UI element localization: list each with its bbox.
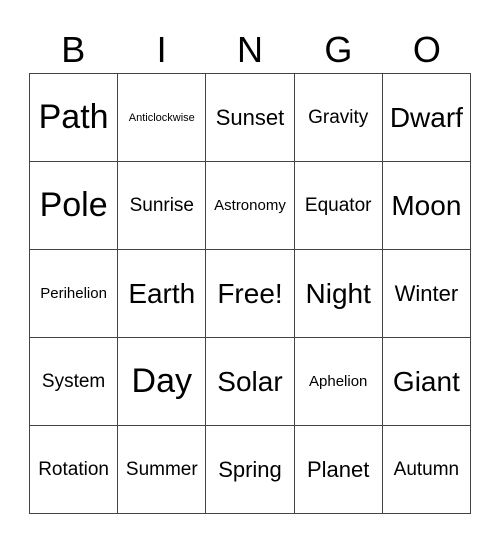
bingo-cell[interactable]: Winter — [382, 250, 471, 338]
bingo-cell[interactable]: Earth — [118, 250, 207, 338]
bingo-cell[interactable]: Summer — [118, 426, 207, 514]
header-letter-o: O — [412, 29, 441, 70]
bingo-cell[interactable]: Rotation — [30, 426, 119, 514]
bingo-cell[interactable]: Giant — [382, 338, 471, 426]
bingo-cell[interactable]: Autumn — [382, 426, 471, 514]
bingo-cell[interactable]: Equator — [294, 162, 383, 250]
bingo-cell-free[interactable]: Free! — [206, 250, 295, 338]
bingo-cell[interactable]: System — [30, 338, 119, 426]
bingo-cell[interactable]: Spring — [206, 426, 295, 514]
bingo-cell[interactable]: Solar — [206, 338, 295, 426]
bingo-cell[interactable]: Path — [30, 74, 119, 162]
bingo-cell[interactable]: Astronomy — [206, 162, 295, 250]
header-letter-n: N — [237, 29, 264, 70]
bingo-grid: Path Anticlockwise Sunset Gravity Dwarf … — [29, 73, 471, 514]
header-letter-g: G — [324, 29, 353, 70]
bingo-cell[interactable]: Perihelion — [30, 250, 119, 338]
header-letter-i: I — [156, 29, 167, 70]
header-letter-b: B — [61, 29, 86, 70]
bingo-cell[interactable]: Anticlockwise — [118, 74, 207, 162]
bingo-cell[interactable]: Dwarf — [382, 74, 471, 162]
bingo-cell[interactable]: Sunrise — [118, 162, 207, 250]
bingo-cell[interactable]: Day — [118, 338, 207, 426]
bingo-header: B I N G O — [29, 28, 471, 72]
bingo-cell[interactable]: Gravity — [294, 74, 383, 162]
bingo-cell[interactable]: Moon — [382, 162, 471, 250]
bingo-cell[interactable]: Aphelion — [294, 338, 383, 426]
bingo-cell[interactable]: Planet — [294, 426, 383, 514]
bingo-cell[interactable]: Night — [294, 250, 383, 338]
bingo-cell[interactable]: Sunset — [206, 74, 295, 162]
bingo-cell[interactable]: Pole — [30, 162, 119, 250]
